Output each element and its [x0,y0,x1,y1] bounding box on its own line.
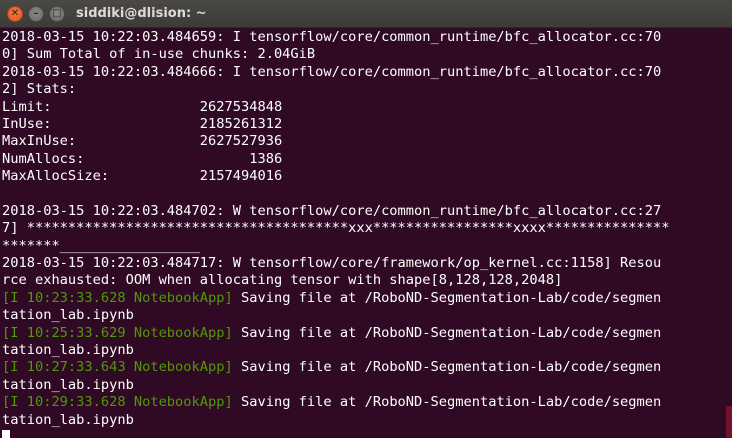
log-prefix: [I 10:23:33.628 NotebookApp] [2,289,233,306]
terminal-line: 0] Sum Total of in-use chunks: 2.04GiB [2,46,726,63]
terminal-line: [I 10:29:33.628 NotebookApp] Saving file… [2,394,726,411]
prompt-line [2,429,726,438]
line-text: MaxAllocSize: 2157494016 [2,168,283,185]
line-text: Saving file at /RoboND-Segmentation-Lab/… [232,289,662,306]
line-text: 2018-03-15 10:22:03.484717: W tensorflow… [2,255,662,272]
terminal-line: Limit: 2627534848 [2,99,726,116]
close-button[interactable]: ✕ [7,6,23,22]
terminal-line: MaxAllocSize: 2157494016 [2,168,726,185]
line-text: tation_lab.ipynb [2,411,134,428]
scrollbar[interactable] [726,406,732,438]
line-text: 2018-03-15 10:22:03.484659: I tensorflow… [2,29,662,45]
terminal-window: ✕ – □ siddiki@dlision: ~ 2018-03-15 10:2… [0,0,732,438]
terminal-line: tation_lab.ipynb [2,307,726,324]
line-text: rce exhausted: OOM when allocating tenso… [2,272,563,289]
terminal-line: 2018-03-15 10:22:03.484717: W tensorflow… [2,255,726,272]
log-prefix: [I 10:29:33.628 NotebookApp] [2,394,233,411]
maximize-button[interactable]: □ [49,6,65,22]
terminal-line: tation_lab.ipynb [2,377,726,394]
line-text: 2] Stats: [2,81,77,98]
terminal-line: 7] *************************************… [2,220,726,237]
line-text: tation_lab.ipynb [2,342,134,359]
window-title: siddiki@dlision: ~ [76,6,207,21]
terminal-line: 2018-03-15 10:22:03.484659: I tensorflow… [2,29,726,46]
close-icon: ✕ [10,8,20,19]
line-text: Saving file at /RoboND-Segmentation-Lab/… [232,359,662,376]
log-prefix: [I 10:27:33.643 NotebookApp] [2,359,233,376]
line-text: NumAllocs: 1386 [2,150,283,167]
terminal-line: MaxInUse: 2627527936 [2,133,726,150]
terminal-line: [I 10:25:33.629 NotebookApp] Saving file… [2,325,726,342]
terminal-output[interactable]: 2018-03-15 10:22:03.484659: I tensorflow… [2,29,726,438]
terminal-line: NumAllocs: 1386 [2,151,726,168]
title-bar[interactable]: ✕ – □ siddiki@dlision: ~ [0,0,732,28]
terminal-line: InUse: 2185261312 [2,116,726,133]
log-prefix: [I 10:25:33.629 NotebookApp] [2,324,233,341]
terminal-line: [I 10:23:33.628 NotebookApp] Saving file… [2,290,726,307]
text-cursor [2,429,10,438]
line-text: 2018-03-15 10:22:03.484666: I tensorflow… [2,63,662,80]
line-text: Saving file at /RoboND-Segmentation-Lab/… [232,394,662,411]
terminal-line: 2] Stats: [2,81,726,98]
line-text: 2018-03-15 10:22:03.484702: W tensorflow… [2,202,662,219]
line-text: 7] *************************************… [2,220,670,237]
line-text: tation_lab.ipynb [2,376,134,393]
terminal-line: *******_________________ [2,238,726,255]
line-text: Saving file at /RoboND-Segmentation-Lab/… [232,324,662,341]
terminal-line: 2018-03-15 10:22:03.484702: W tensorflow… [2,203,726,220]
line-text: MaxInUse: 2627527936 [2,133,283,150]
line-text: *******_________________ [2,237,200,254]
terminal-line: [I 10:27:33.643 NotebookApp] Saving file… [2,359,726,376]
terminal-line: 2018-03-15 10:22:03.484666: I tensorflow… [2,64,726,81]
line-text: 0] Sum Total of in-use chunks: 2.04GiB [2,46,316,63]
line-text: InUse: 2185261312 [2,115,283,132]
maximize-icon: □ [52,8,62,19]
terminal-line: tation_lab.ipynb [2,342,726,359]
terminal-line: tation_lab.ipynb [2,412,726,429]
minimize-icon: – [33,8,39,19]
terminal-line: rce exhausted: OOM when allocating tenso… [2,272,726,289]
line-text: tation_lab.ipynb [2,307,134,324]
minimize-button[interactable]: – [28,6,44,22]
line-text: Limit: 2627534848 [2,98,283,115]
